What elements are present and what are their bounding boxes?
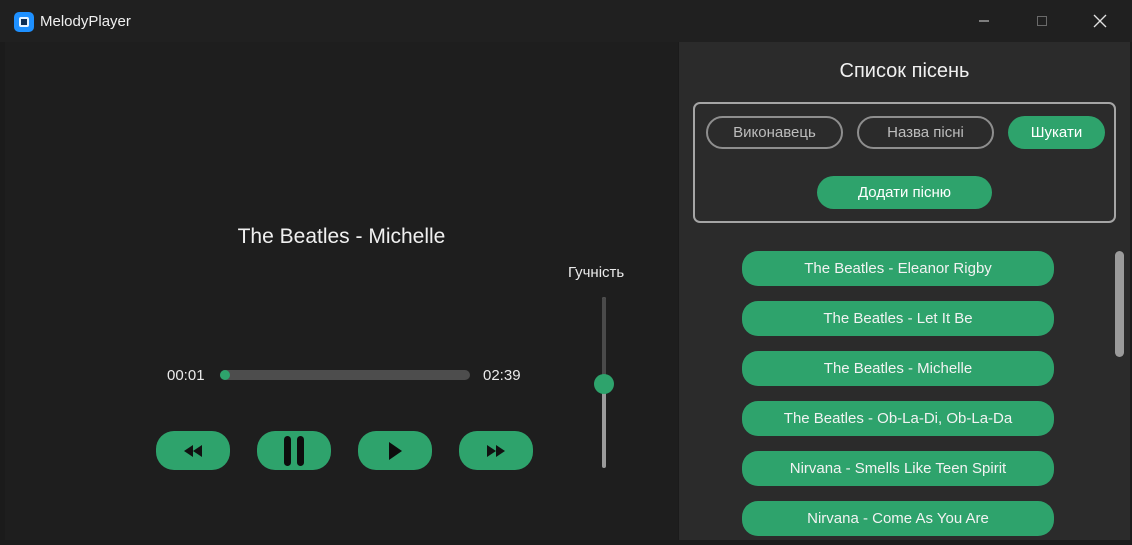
maximize-button[interactable] <box>1013 0 1071 42</box>
volume-label: Гучність <box>568 264 625 281</box>
close-button[interactable] <box>1071 0 1129 42</box>
pause-icon <box>284 435 304 466</box>
add-song-button[interactable]: Додати пісню <box>817 176 992 209</box>
song-list-item[interactable]: The Beatles - Michelle <box>742 351 1054 386</box>
app-logo-icon <box>14 12 34 32</box>
title-bar: MelodyPlayer <box>0 0 1132 42</box>
song-list-scrollbar[interactable] <box>1115 251 1124 357</box>
play-icon <box>389 441 402 460</box>
fast-forward-icon <box>487 444 505 457</box>
song-list-title: Список пісень <box>839 60 970 82</box>
window-title: MelodyPlayer <box>40 13 131 30</box>
play-button[interactable] <box>358 431 432 470</box>
rewind-icon <box>184 444 202 457</box>
now-playing-title: The Beatles - Michelle <box>237 225 446 248</box>
fast-forward-button[interactable] <box>459 431 533 470</box>
current-time: 00:01 <box>167 367 205 384</box>
pause-button[interactable] <box>257 431 331 470</box>
artist-input[interactable] <box>706 116 843 149</box>
song-list: The Beatles - Eleanor Rigby The Beatles … <box>679 238 1130 540</box>
song-list-item[interactable]: Nirvana - Come As You Are <box>742 501 1054 536</box>
search-form: Шукати Додати пісню <box>693 102 1116 223</box>
minimize-button[interactable] <box>955 0 1013 42</box>
progress-fill <box>220 370 230 380</box>
song-list-item[interactable]: The Beatles - Eleanor Rigby <box>742 251 1054 286</box>
close-icon <box>1093 14 1107 28</box>
progress-bar[interactable] <box>220 370 470 380</box>
song-list-item[interactable]: The Beatles - Let It Be <box>742 301 1054 336</box>
total-time: 02:39 <box>483 367 521 384</box>
song-list-item[interactable]: The Beatles - Ob-La-Di, Ob-La-Da <box>742 401 1054 436</box>
maximize-icon <box>1037 16 1047 26</box>
search-button[interactable]: Шукати <box>1008 116 1105 149</box>
song-list-panel: Список пісень Шукати Додати пісню The Be… <box>679 42 1130 540</box>
song-list-item[interactable]: Nirvana - Smells Like Teen Spirit <box>742 451 1054 486</box>
player-panel: The Beatles - Michelle 00:01 02:39 Гучні… <box>5 42 678 540</box>
rewind-button[interactable] <box>156 431 230 470</box>
volume-slider-handle[interactable] <box>594 374 614 394</box>
volume-track-empty <box>602 297 606 383</box>
song-title-input[interactable] <box>857 116 994 149</box>
minimize-icon <box>979 20 989 22</box>
